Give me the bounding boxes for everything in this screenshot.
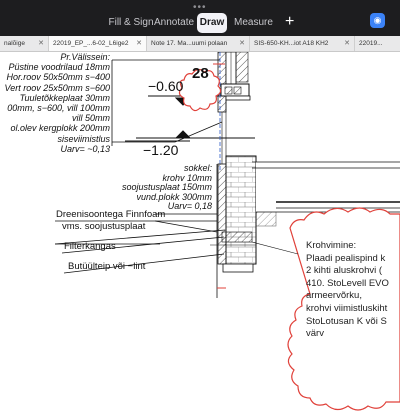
doc-tab-active[interactable]: 22019_EP_...6-02_L6ige2 ✕ (49, 36, 147, 51)
tab-fill-sign[interactable]: Fill & Sign (106, 13, 156, 33)
callout-drain-insulation: Dreenisoontega Finnfoam (56, 209, 166, 220)
wall-layer-line: Püstine voodrilaud 18mm (8, 62, 110, 73)
close-icon[interactable]: ✕ (136, 36, 142, 51)
doc-tab-label: 22019... (359, 40, 383, 47)
floor-slab (252, 161, 400, 213)
wall-layer-line: Pr.Välissein: (60, 52, 110, 62)
plinth-layers-note: sokkel: krohv 10mm soojustusplaat 150mm … (122, 163, 212, 212)
upper-wall (217, 52, 251, 172)
plaster-note-line: Krohvimine: (306, 240, 357, 251)
plaster-note-line: armeervõrku, (306, 290, 362, 302)
plaster-note-line: Plaadi pealispind k (306, 252, 386, 264)
wall-layer-line: vill 50mm (71, 113, 110, 124)
wall-layer-line: Uarv= ~0,13 (60, 143, 110, 154)
wall-layer-line: Hor.roov 50x50mm s−400 (6, 72, 110, 83)
drawing-canvas[interactable]: 28 −0.60 −1.20 Pr.Välissein: Püstine voo… (0, 52, 400, 412)
doc-tab-label: 22019_EP_...6-02_L6ige2 (53, 40, 129, 47)
tab-annotate[interactable]: Annotate (154, 13, 194, 33)
wall-layer-line: 00mm, s−600, vill 100mm (7, 103, 110, 114)
wall-layer-line: Tuuletõkkeplaat 30mm (19, 92, 110, 103)
tab-draw[interactable]: Draw (197, 13, 227, 33)
plaster-note-line: 2 kihti aluskrohvi ( (306, 265, 383, 277)
plaster-note-line: värv (306, 328, 324, 340)
more-icon[interactable]: ••• (193, 3, 207, 13)
callout-insulation-alt: vms. soojustusplaat (62, 221, 146, 232)
doc-tab[interactable]: 22019... (355, 36, 400, 51)
document-tab-bar: nalõige ✕ 22019_EP_...6-02_L6ige2 ✕ Note 1… (0, 36, 400, 52)
doc-tab[interactable]: SIS-650-KH...iot A18 KH2 ✕ (250, 36, 355, 51)
app-badge-icon[interactable]: ◉ (370, 13, 385, 28)
close-icon[interactable]: ✕ (344, 36, 350, 51)
wall-layer-line: Vert roov 25x50mm s−600 (4, 82, 110, 93)
doc-tab[interactable]: Note 17. Ma...uumi polaan ✕ (147, 36, 250, 51)
detail-number: 28 (192, 65, 209, 82)
doc-tab-label: nalõige (4, 40, 25, 47)
plaster-note-line: StoLotusan K või S (306, 315, 387, 327)
level-label-upper: −0.60 (148, 78, 184, 94)
wall-layer-line: ol.olev kergplokk 200mm (10, 123, 110, 134)
wall-layer-line: siseviimistlus (57, 133, 110, 144)
plaster-note-line: 410. StoLevell EVO (306, 277, 389, 289)
doc-tab-label: Note 17. Ma...uumi polaan (151, 40, 228, 47)
doc-tab[interactable]: nalõige ✕ (0, 36, 49, 51)
level-label-lower: −1.20 (143, 142, 179, 158)
doc-tab-label: SIS-650-KH...iot A18 KH2 (254, 40, 329, 47)
close-icon[interactable]: ✕ (38, 36, 44, 51)
add-icon[interactable]: + (285, 12, 294, 32)
plaster-note: Krohvimine: Plaadi pealispind k 2 kihti … (306, 240, 389, 341)
callout-butyl-tape: Butüülteip või −lint (68, 261, 146, 272)
app-toolbar: ••• Fill & Sign Annotate Draw Measure + … (0, 0, 400, 36)
close-icon[interactable]: ✕ (239, 36, 245, 51)
plaster-note-line: krohvi viimistluskiht (306, 302, 388, 314)
callout-filter-fabric: Filterkangas (64, 241, 116, 252)
tab-measure[interactable]: Measure (234, 13, 273, 33)
wall-layers-note: Pr.Välissein: Püstine voodrilaud 18mm Ho… (5, 52, 110, 154)
